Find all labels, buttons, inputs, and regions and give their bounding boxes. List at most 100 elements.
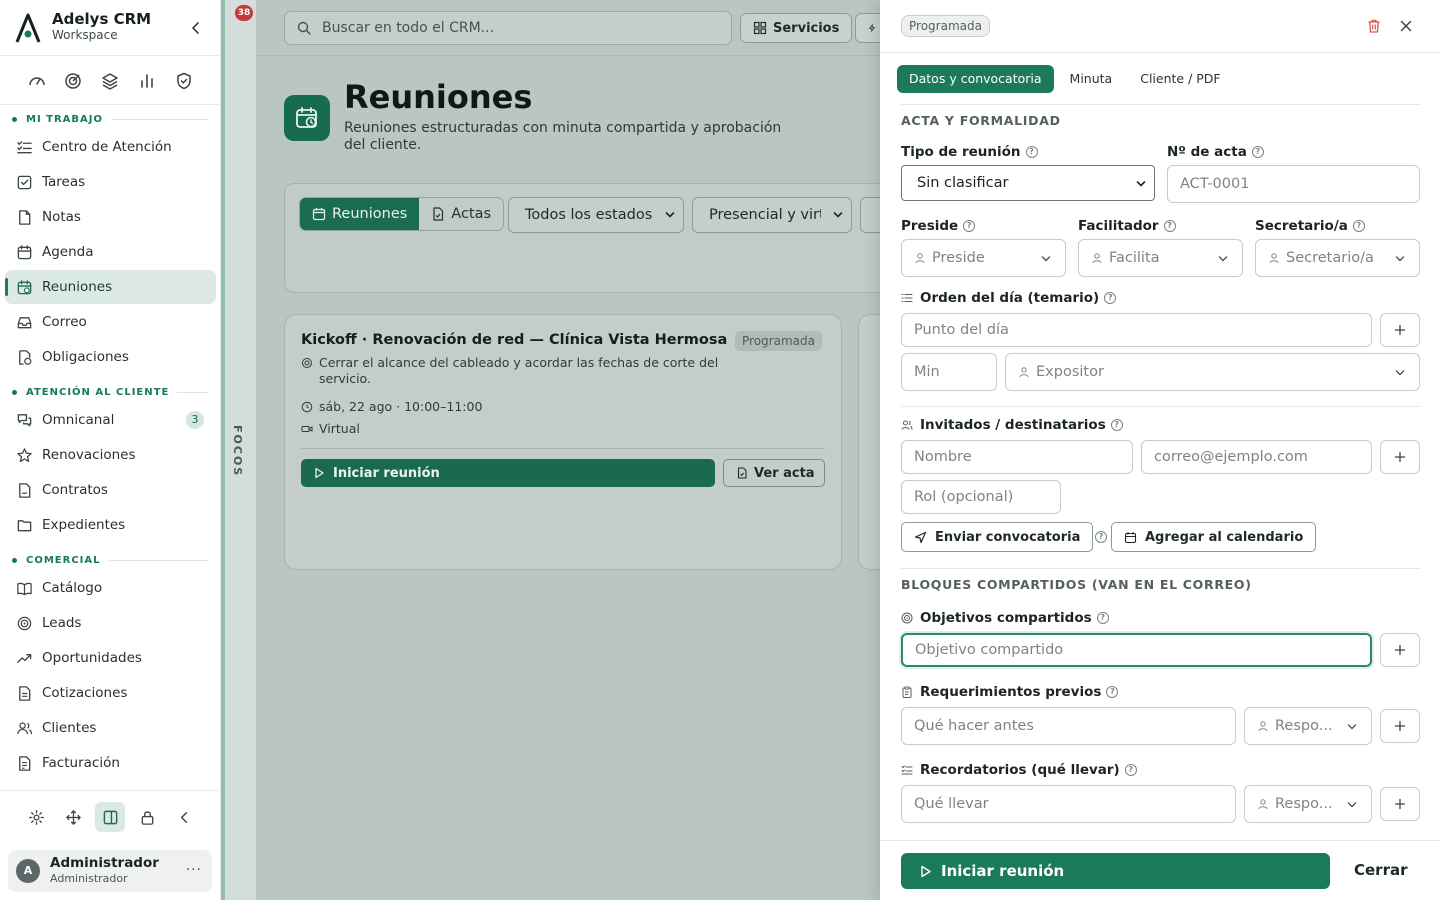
agenda-point-input[interactable]: Punto del día xyxy=(901,313,1372,347)
help-icon[interactable]: ? xyxy=(1096,612,1109,624)
tab-datos-convocatoria[interactable]: Datos y convocatoria xyxy=(897,65,1054,93)
help-icon[interactable]: ? xyxy=(1352,220,1365,232)
reminder-owner-select[interactable]: Respo... xyxy=(1244,785,1372,823)
status-filter-select[interactable]: Todos los estados xyxy=(508,197,684,233)
preside-select[interactable]: Preside xyxy=(901,239,1066,277)
sidebar-item-notas[interactable]: Notas xyxy=(5,200,216,234)
tipo-reunion-select[interactable]: Sin clasificar xyxy=(901,165,1155,201)
help-icon[interactable]: ? xyxy=(1106,686,1119,698)
view-acta-button[interactable]: Ver acta xyxy=(723,459,825,487)
start-meeting-button[interactable]: Iniciar reunión xyxy=(901,853,1330,889)
help-icon[interactable]: ? xyxy=(1104,292,1117,304)
sidebar-item-cotizaciones[interactable]: Cotizaciones xyxy=(5,676,216,710)
lock-button[interactable] xyxy=(132,802,162,832)
add-reminder-button[interactable] xyxy=(1380,787,1420,821)
add-objective-button[interactable] xyxy=(1380,633,1420,667)
send-invitation-button[interactable]: Enviar convocatoria xyxy=(901,522,1094,552)
secretario-select[interactable]: Secretario/a xyxy=(1255,239,1420,277)
start-meeting-button[interactable]: Iniciar reunión xyxy=(301,459,715,487)
minutes-input[interactable]: Min xyxy=(901,353,997,391)
sidebar-item-clientes[interactable]: Clientes xyxy=(5,711,216,745)
help-icon[interactable]: ? xyxy=(1163,220,1176,232)
orden-dia-label: Orden del día (temario)? xyxy=(901,290,1117,306)
tab-reuniones[interactable]: Reuniones xyxy=(300,198,420,230)
guest-email-input[interactable]: correo@ejemplo.com xyxy=(1141,440,1372,474)
move-button[interactable] xyxy=(58,802,88,832)
add-agenda-point-button[interactable] xyxy=(1380,313,1420,347)
add-to-calendar-button[interactable]: Agregar al calendario xyxy=(1111,522,1317,552)
calendar-clock-icon xyxy=(312,208,326,221)
guest-role-input[interactable]: Rol (opcional) xyxy=(901,480,1061,514)
sidebar-item-label: Omnicanal xyxy=(42,412,115,428)
requirement-input[interactable]: Qué hacer antes xyxy=(901,707,1236,745)
sidebar-item-centro-atencion[interactable]: Centro de Atención xyxy=(5,130,216,164)
more-icon[interactable]: ··· xyxy=(186,862,202,878)
target-icon[interactable] xyxy=(63,71,83,91)
help-icon[interactable]: ? xyxy=(1025,146,1038,158)
sidebar-item-catalogo[interactable]: Catálogo xyxy=(5,571,216,605)
panel-toggle-button[interactable] xyxy=(95,802,125,832)
sidebar-item-reuniones[interactable]: Reuniones xyxy=(5,270,216,304)
tab-cliente-pdf[interactable]: Cliente / PDF xyxy=(1128,65,1232,93)
extra-filter-select[interactable] xyxy=(860,197,880,233)
help-icon[interactable]: ? xyxy=(963,220,976,232)
chevron-left-icon[interactable] xyxy=(186,18,206,38)
gauge-icon[interactable] xyxy=(27,71,47,91)
facilitador-select[interactable]: Facilita xyxy=(1078,239,1243,277)
sidebar-item-contratos[interactable]: Contratos xyxy=(5,473,216,507)
reminder-input[interactable]: Qué llevar xyxy=(901,785,1236,823)
sidebar-item-renovaciones[interactable]: Renovaciones xyxy=(5,438,216,472)
bar-chart-icon[interactable] xyxy=(137,71,157,91)
layers-icon[interactable] xyxy=(100,71,120,91)
brand: Adelys CRM Workspace xyxy=(0,0,221,56)
expositor-select[interactable]: Expositor xyxy=(1005,353,1420,391)
sidebar-item-label: Obligaciones xyxy=(42,349,129,365)
sidebar-item-facturacion[interactable]: Facturación xyxy=(5,746,216,780)
sidebar-item-leads[interactable]: Leads xyxy=(5,606,216,640)
sidebar-item-obligaciones[interactable]: Obligaciones xyxy=(5,340,216,374)
bolt-icon xyxy=(869,24,875,32)
guest-name-input[interactable]: Nombre xyxy=(901,440,1133,474)
user-card[interactable]: A Administrador Administrador ··· xyxy=(8,850,212,892)
user-icon xyxy=(1258,721,1268,732)
shield-check-icon[interactable] xyxy=(174,71,194,91)
close-icon[interactable] xyxy=(1398,18,1414,34)
tab-actas[interactable]: Actas xyxy=(419,198,503,230)
quick-action-button[interactable] xyxy=(855,13,880,43)
trash-icon[interactable] xyxy=(1366,18,1382,34)
status-badge: Programada xyxy=(901,15,990,37)
meeting-card[interactable] xyxy=(858,314,880,570)
search-input[interactable]: Buscar en todo el CRM... xyxy=(284,11,732,45)
sidebar-item-oportunidades[interactable]: Oportunidades xyxy=(5,641,216,675)
sidebar-item-expedientes[interactable]: Expedientes xyxy=(5,508,216,542)
requirement-owner-select[interactable]: Respo... xyxy=(1244,707,1372,745)
add-requirement-button[interactable] xyxy=(1380,709,1420,743)
meeting-card[interactable]: Kickoff · Renovación de red — Clínica Vi… xyxy=(284,314,842,570)
help-icon[interactable]: ? xyxy=(1124,764,1137,776)
sidebar-item-agenda[interactable]: Agenda xyxy=(5,235,216,269)
settings-button[interactable] xyxy=(21,802,51,832)
sidebar-item-omnicanal[interactable]: Omnicanal 3 xyxy=(5,403,216,437)
close-button[interactable]: Cerrar xyxy=(1354,861,1408,879)
mode-filter-select[interactable]: Presencial y virtual xyxy=(692,197,852,233)
add-guest-button[interactable] xyxy=(1380,440,1420,474)
objective-input[interactable]: Objetivo compartido xyxy=(901,633,1372,667)
servicios-button[interactable]: Servicios xyxy=(740,13,853,43)
panel-icon xyxy=(103,810,117,824)
page-icon xyxy=(284,95,330,141)
sidebar-item-correo[interactable]: Correo xyxy=(5,305,216,339)
section-comercial: COMERCIAL xyxy=(12,555,208,566)
help-icon[interactable]: ? xyxy=(1251,146,1264,158)
sidebar-item-label: Leads xyxy=(42,615,82,631)
tab-minuta[interactable]: Minuta xyxy=(1058,65,1125,93)
search-placeholder: Buscar en todo el CRM... xyxy=(322,20,495,36)
help-icon[interactable]: ? xyxy=(1095,531,1107,543)
focus-rail[interactable]: 38 FOCOS xyxy=(221,0,256,900)
help-icon[interactable]: ? xyxy=(1110,419,1123,431)
acta-number-input[interactable]: ACT-0001 xyxy=(1167,165,1420,203)
divider xyxy=(901,406,1420,407)
notification-badge[interactable]: 38 xyxy=(235,5,253,21)
sidebar-item-tareas[interactable]: Tareas xyxy=(5,165,216,199)
collapse-sidebar-button[interactable] xyxy=(169,802,199,832)
calendar-clock-icon xyxy=(17,279,32,294)
